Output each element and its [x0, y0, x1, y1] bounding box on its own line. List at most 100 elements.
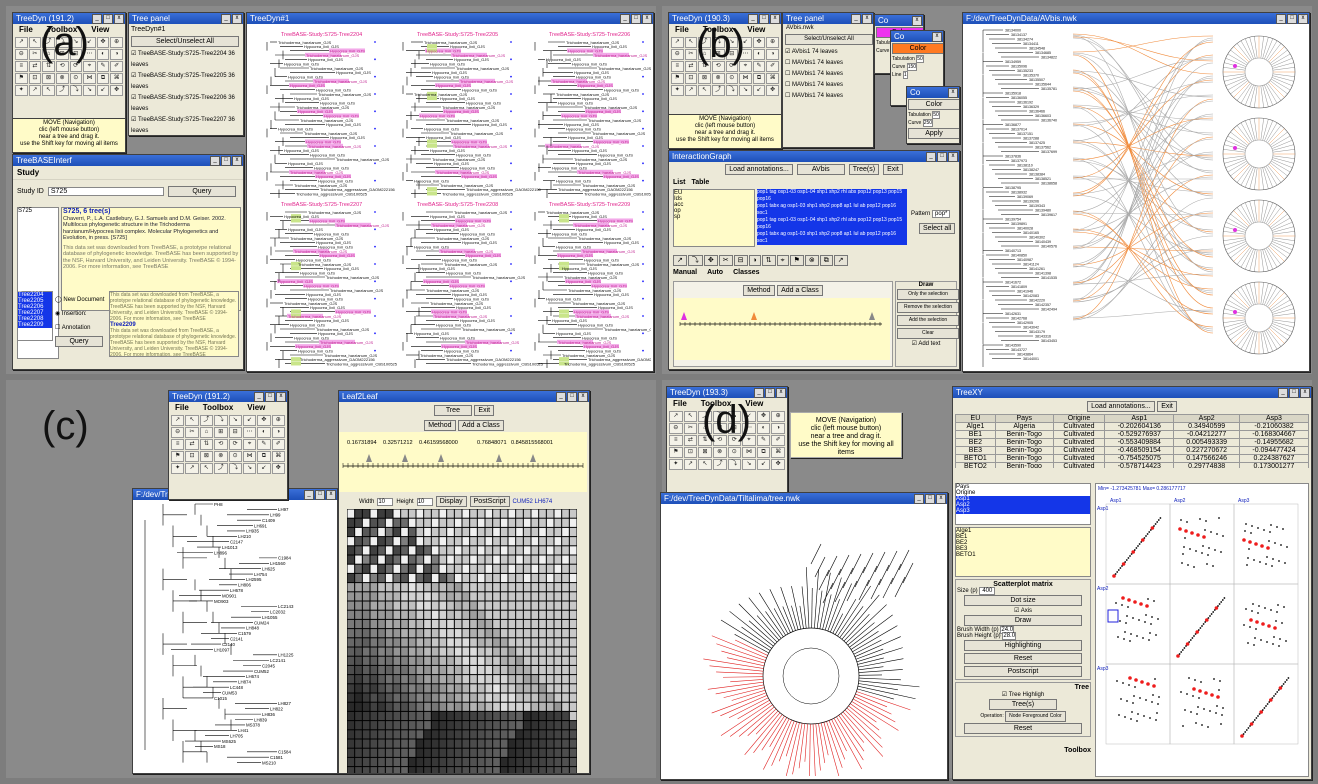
matrix-cell[interactable]	[424, 537, 431, 546]
reset-button-2[interactable]: Reset	[964, 723, 1082, 734]
matrix-cell[interactable]	[562, 546, 569, 555]
matrix-cell[interactable]	[370, 619, 378, 629]
matrix-cell[interactable]	[370, 509, 378, 518]
matrix-cell[interactable]	[516, 564, 523, 573]
matrix-cell[interactable]	[355, 693, 362, 702]
matrix-cell[interactable]	[546, 601, 554, 610]
tool-icon[interactable]: ⊡	[683, 447, 698, 458]
matrix-cell[interactable]	[508, 721, 516, 730]
tool-icon[interactable]: ⌂	[199, 427, 214, 438]
matrix-cell[interactable]	[516, 573, 523, 583]
matrix-cell[interactable]	[562, 702, 569, 711]
matrix-cell[interactable]	[493, 555, 500, 564]
tool-icon[interactable]: ↙	[242, 415, 257, 426]
tool-icon[interactable]: ◑	[771, 423, 785, 434]
matrix-cell[interactable]	[424, 583, 431, 592]
matrix-cell[interactable]	[408, 675, 416, 684]
tool-icon[interactable]: ↖	[698, 459, 712, 470]
matrix-cell[interactable]	[355, 647, 362, 656]
matrix-cell[interactable]	[516, 684, 523, 693]
trees-select[interactable]: Tree(s)	[989, 699, 1057, 710]
tool-icon[interactable]: ⊠	[698, 447, 712, 458]
matrix-cell[interactable]	[546, 684, 554, 693]
matrix-cell[interactable]	[362, 656, 370, 665]
matrix-cell[interactable]	[378, 638, 385, 647]
matrix-cell[interactable]	[493, 647, 500, 656]
matrix-cell[interactable]	[416, 711, 424, 721]
matrix-cell[interactable]	[562, 767, 569, 774]
matrix-cell[interactable]	[447, 647, 454, 656]
matrix-cell[interactable]	[378, 619, 385, 629]
tree-checkbox-item[interactable]: ☐ MAVbis1 74 leaves	[785, 80, 871, 91]
tool-icon[interactable]: ✥	[752, 37, 766, 48]
matrix-cell[interactable]	[439, 583, 447, 592]
matrix-cell[interactable]	[516, 610, 523, 619]
matrix-cell[interactable]	[401, 730, 408, 739]
matrix-cell[interactable]	[447, 518, 454, 527]
tool-icon[interactable]: ⇅	[199, 439, 214, 450]
matrix-cell[interactable]	[470, 757, 477, 767]
matrix-cell[interactable]	[439, 730, 447, 739]
matrix-cell[interactable]	[408, 647, 416, 656]
matrix-cell[interactable]	[355, 592, 362, 601]
matrix-cell[interactable]	[493, 693, 500, 702]
tool-icon[interactable]: ↖	[185, 415, 199, 426]
matrix-cell[interactable]	[431, 509, 439, 518]
matrix-cell[interactable]	[378, 573, 385, 583]
matrix-cell[interactable]	[562, 537, 569, 546]
matrix-cell[interactable]	[408, 656, 416, 665]
tool-icon[interactable]: ⧉	[752, 73, 766, 84]
matrix-cell[interactable]	[546, 638, 554, 647]
matrix-cell[interactable]	[347, 537, 355, 546]
matrix-cell[interactable]	[470, 610, 477, 619]
add-selection-button[interactable]: Add the selection	[897, 315, 959, 326]
distance-scale[interactable]: 0.16731894 0.32571212 0.46159568000 0.76848…	[339, 432, 587, 492]
matrix-cell[interactable]	[431, 638, 439, 647]
tool-icon[interactable]: ◐	[756, 423, 771, 434]
matrix-cell[interactable]	[562, 757, 569, 767]
matrix-cell[interactable]	[362, 583, 370, 592]
matrix-cell[interactable]	[393, 721, 401, 730]
matrix-cell[interactable]	[416, 527, 424, 537]
matrix-cell[interactable]	[508, 610, 516, 619]
matrix-cell[interactable]	[531, 748, 539, 757]
matrix-cell[interactable]	[546, 702, 554, 711]
tool-icon[interactable]: ◑	[271, 427, 285, 438]
matrix-cell[interactable]	[370, 527, 378, 537]
tool-icon[interactable]: ⇄	[185, 439, 199, 450]
matrix-cell[interactable]	[454, 721, 462, 730]
tool-icon[interactable]: ⧉	[819, 255, 833, 266]
matrix-cell[interactable]	[546, 537, 554, 546]
tool-icon[interactable]: ⤵	[228, 463, 242, 474]
matrix-cell[interactable]	[562, 638, 569, 647]
matrix-cell[interactable]	[393, 684, 401, 693]
matrix-cell[interactable]	[523, 721, 531, 730]
matrix-cell[interactable]	[385, 592, 393, 601]
matrix-cell[interactable]	[554, 730, 562, 739]
matrix-cell[interactable]	[477, 665, 485, 675]
scatter-cell[interactable]	[1105, 503, 1171, 585]
list-item[interactable]: pop1 tag osp1-03 osp1-04 shp1 shp2 rhl a…	[757, 217, 907, 231]
matrix-cell[interactable]	[424, 702, 431, 711]
matrix-cell[interactable]	[523, 583, 531, 592]
matrix-cell[interactable]	[546, 721, 554, 730]
matrix-cell[interactable]	[462, 555, 470, 564]
matrix-cell[interactable]	[362, 748, 370, 757]
matrix-cell[interactable]	[416, 546, 424, 555]
matrix-cell[interactable]	[424, 564, 431, 573]
matrix-cell[interactable]	[431, 546, 439, 555]
tree-checkbox-item[interactable]: ☑ TreeBASE-Study:S725-Tree2206 36 leaves	[131, 93, 241, 115]
matrix-cell[interactable]	[462, 638, 470, 647]
matrix-cell[interactable]	[477, 583, 485, 592]
matrix-cell[interactable]	[408, 601, 416, 610]
node-fg-select[interactable]: Node Foreground Color	[1005, 711, 1066, 722]
tree-checkbox-item[interactable]: ☑ TreeBASE-Study:S725-Tree2207 36 leaves	[131, 115, 241, 135]
matrix-cell[interactable]	[546, 711, 554, 721]
matrix-cell[interactable]	[546, 767, 554, 774]
matrix-cell[interactable]	[516, 711, 523, 721]
matrix-cell[interactable]	[500, 573, 508, 583]
matrix-cell[interactable]	[470, 711, 477, 721]
matrix-cell[interactable]	[439, 693, 447, 702]
matrix-cell[interactable]	[355, 656, 362, 665]
matrix-cell[interactable]	[355, 757, 362, 767]
